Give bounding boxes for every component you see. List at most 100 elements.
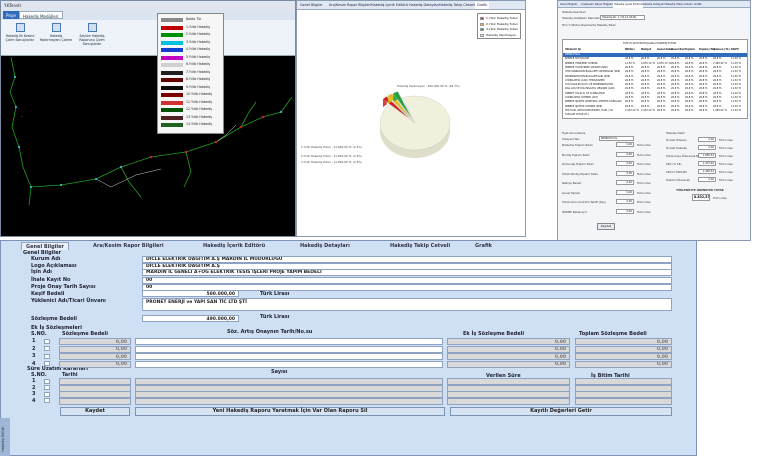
contract-field[interactable]: 490.000,00: [142, 315, 239, 322]
tab-ara-kesim[interactable]: Ara/Kesim Rapor Bilgileri: [89, 242, 168, 250]
left-field-unit: Türk Lirası: [637, 190, 651, 195]
cad-canvas[interactable]: ......: [1, 56, 295, 235]
summary-cell: ŞEBEKE İŞLETİM YATIRIMI (SPR): [565, 104, 603, 108]
left-field-value[interactable]: 0,00: [616, 199, 634, 204]
highlight-unit: Türk Lirası: [713, 196, 727, 200]
sure-row-checkbox[interactable]: [44, 398, 50, 403]
summary-cell: 26,8 TL: [685, 57, 694, 61]
summary-cell: 26,8 TL: [699, 87, 708, 91]
kesif-field[interactable]: 500.000,00: [142, 290, 239, 297]
legend-label: Nokta Tür: [186, 17, 202, 21]
ribbon-button-yaptirmayan[interactable]: Hakediş Yaptırmayanı Çizime: [39, 23, 73, 53]
tab-genel-bilgiler[interactable]: Genel Bilgiler: [21, 242, 70, 250]
general-field-value[interactable]: MARDİN İL GENELİ A+OG ELEKTRİK TESİS İŞL…: [142, 268, 672, 276]
ek-row-ekbedel[interactable]: 0,00: [447, 360, 570, 368]
legend-label: 6.Yıllık Hakediş: [186, 62, 211, 66]
ek-row-ekbedel[interactable]: 0,00: [447, 345, 570, 353]
summary-cell: KOMPANZASYON-BAĞLANTILARI (SPR): [565, 74, 611, 78]
summary-cell: 26,8 TL: [671, 70, 680, 74]
summary-cell: 26,8 TL: [713, 57, 722, 61]
sure-row-checkbox[interactable]: [44, 378, 50, 384]
ek-row-artis[interactable]: [135, 360, 443, 368]
ek-row-ekbedel[interactable]: 0,00: [447, 338, 570, 345]
tab-ara-kesim[interactable]: Ara/Kesim Rapor Bilgileri: [580, 2, 614, 8]
right-field-value[interactable]: 1.337,40: [698, 161, 716, 166]
tab-genel-bilgiler[interactable]: Genel Bilgiler: [559, 2, 578, 8]
summary-save-button[interactable]: Kaydet: [597, 223, 615, 230]
left-field-value[interactable]: 0,00: [616, 189, 634, 195]
ek-row-checkbox[interactable]: [44, 353, 50, 359]
restore-values-button[interactable]: Kayıtlı Değerleri Getir: [450, 407, 672, 416]
sure-row-verilen[interactable]: [447, 397, 570, 405]
ribbon-tab-proje[interactable]: Proje: [3, 11, 19, 19]
save-button[interactable]: Kaydet: [60, 407, 130, 416]
type-select[interactable]: KESİM EYLÜL: [599, 136, 634, 141]
left-field-value[interactable]: 0,00: [616, 151, 634, 157]
ribbon-button-ilk-kesim[interactable]: Hakediş İlk Kesimi Çizim Sonuçlandır: [3, 23, 37, 53]
editor-side-tab[interactable]: Hakediş Editör: [0, 418, 10, 456]
general-field-value[interactable]: 00: [142, 283, 672, 291]
right-field-value[interactable]: 0,00: [698, 137, 716, 142]
ek-row-artis[interactable]: [135, 353, 443, 360]
chart-window: Genel Bilgiler Ara/Kesim Rapor Bilgileri…: [296, 0, 526, 237]
sure-row-no: 1: [32, 378, 36, 384]
left-field-value[interactable]: 0,00: [616, 161, 634, 166]
right-field-label: Önceki Hakediş: [666, 146, 687, 150]
tab-genel-bilgiler[interactable]: Genel Bilgiler: [298, 2, 325, 9]
report-select[interactable]: Hakediş No: 1 (31.12.2019): [600, 15, 645, 20]
right-field-unit: Türk Lirası: [719, 170, 733, 174]
contractor-field[interactable]: PRONET ENERJİ ve YAPI SAN TİC LTD ŞTİ: [142, 298, 672, 311]
sure-row-bitim[interactable]: [575, 397, 672, 405]
tab-detaylari[interactable]: Hakediş Detayları: [641, 2, 666, 8]
left-field-value[interactable]: 0,00: [616, 180, 634, 185]
right-field-unit: Türk Lirası: [719, 154, 733, 158]
sure-row-sayisi[interactable]: [135, 397, 443, 405]
right-field-value[interactable]: 0,00: [698, 177, 716, 182]
summary-cell: 26,8 TL: [713, 96, 722, 99]
tab-takip-cetveli[interactable]: Hakediş Takip Cetveli: [386, 242, 454, 250]
legend-label: 2.Yıllık Hakediş: [186, 32, 211, 36]
tab-grafik[interactable]: Grafik: [475, 2, 490, 9]
tab-detaylari[interactable]: Hakediş Detayları: [296, 242, 354, 250]
general-field-value[interactable]: 00: [142, 276, 672, 284]
ek-row-artis[interactable]: [135, 338, 443, 345]
sure-row-checkbox[interactable]: [44, 385, 50, 390]
left-field-value[interactable]: 0,00: [616, 208, 634, 214]
ek-row-checkbox[interactable]: [44, 361, 50, 366]
left-field-value[interactable]: 0,00: [616, 170, 634, 176]
general-field-value[interactable]: DİCLE ELEKTRİK DAĞITIM A.Ş MARDİN İL MÜD…: [142, 255, 672, 263]
ribbon-button-secilen-rapor[interactable]: Seçilen Hakediş Raporunu Çizim Sonuçland…: [75, 23, 109, 53]
tab-takip-cetveli[interactable]: Hakediş Takip Cetveli: [664, 2, 694, 8]
summary-cell: 26,8 TL: [685, 61, 694, 65]
tab-detaylari[interactable]: Hakediş Detayları: [407, 2, 441, 9]
left-field-value[interactable]: 0,00: [616, 142, 634, 147]
new-report-button[interactable]: Yeni Hakediş Raporu Yaratmak İçin Var Ol…: [135, 407, 445, 416]
right-field-value[interactable]: 0,00: [698, 145, 716, 150]
tab-grafik[interactable]: Grafik: [693, 2, 703, 8]
tab-icerik-editoru[interactable]: Hakediş İçerik Editörü: [369, 2, 410, 9]
ek-row-checkbox[interactable]: [44, 338, 50, 344]
summary-col-header: Miktarı: [625, 47, 635, 51]
ek-row-checkbox[interactable]: [44, 346, 50, 351]
sure-row-checkbox[interactable]: [44, 391, 50, 397]
right-field-value[interactable]: 1.465,52: [698, 169, 716, 174]
summary-table-row[interactable]: TOPLAM TUTAR (TL): [563, 113, 747, 118]
summary-cell: 26,8 TL: [699, 108, 708, 112]
summary-cell: 26,8 TL: [625, 78, 634, 82]
ribbon-tab-hakedis[interactable]: Hakediş Modülleri: [19, 11, 63, 19]
tab-ara-kesim[interactable]: Ara/Kesim Rapor Bilgileri: [327, 2, 373, 9]
tab-icerik-editoru[interactable]: Hakediş İçerik Editörü: [613, 2, 644, 8]
ek-row-bedel: 0,00: [59, 353, 131, 360]
summary-cell: 26,8 TL: [671, 108, 680, 112]
tab-icerik-editoru[interactable]: Hakediş İçerik Editörü: [199, 242, 269, 250]
right-field-value[interactable]: 1.865,52: [698, 153, 716, 158]
ek-row-ekbedel[interactable]: 0,00: [447, 353, 570, 360]
right-field-unit: Türk Lirası: [719, 138, 733, 142]
tab-takip-cetveli[interactable]: Hakediş Takip Cetveli: [437, 2, 477, 9]
general-field-label: Proje Onay Tarih Sayısı: [31, 284, 96, 290]
ribbon-button-label: Seçilen Hakediş Raporunu Çizim Sonuçland…: [79, 34, 105, 46]
summary-cell: 26,8 TL: [671, 87, 680, 91]
ek-row-artis[interactable]: [135, 345, 443, 353]
sure-row-tarih[interactable]: [59, 397, 131, 405]
tab-grafik[interactable]: Grafik: [471, 242, 496, 250]
